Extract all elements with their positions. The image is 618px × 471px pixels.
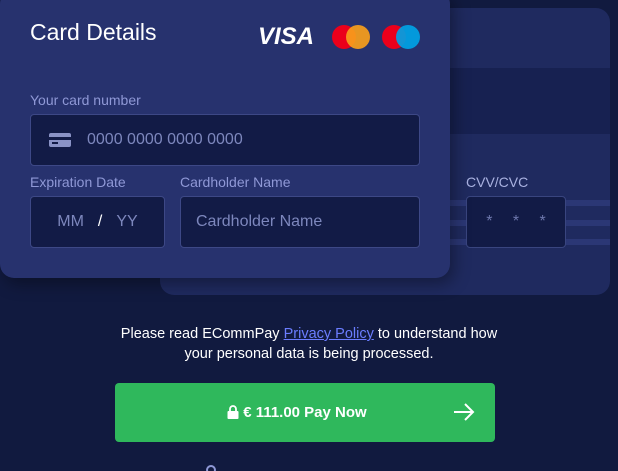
card-brands: VISA <box>258 24 422 50</box>
visa-logo: VISA <box>258 23 315 50</box>
privacy-text-start: Please read ECommPay <box>120 326 284 342</box>
card-number-placeholder: 0000 0000 0000 0000 <box>87 131 243 148</box>
loading-indicator <box>206 465 216 471</box>
privacy-text-line2: your personal data is being processed. <box>184 346 434 362</box>
expiration-year-placeholder: YY <box>116 213 138 230</box>
lock-icon <box>227 405 239 419</box>
cvv-label: CVV/CVC <box>466 174 529 190</box>
maestro-icon <box>382 24 422 50</box>
privacy-policy-link[interactable]: Privacy Policy <box>284 326 374 342</box>
payment-page: CVV/CVC * * * Card Details VISA Your car… <box>0 0 618 471</box>
cardholder-input[interactable]: Cardholder Name <box>180 196 420 248</box>
credit-card-icon <box>49 133 71 147</box>
expiration-label: Expiration Date <box>30 174 126 190</box>
mastercard-icon <box>332 24 372 50</box>
pay-now-label: € 111.00 Pay Now <box>243 404 367 421</box>
cvv-input[interactable]: * * * <box>466 196 566 248</box>
arrow-right-icon <box>454 403 475 421</box>
card-number-label: Your card number <box>30 92 141 108</box>
card-title: Card Details <box>30 19 157 45</box>
card-front: Card Details VISA Your card number 0000 … <box>0 0 450 278</box>
privacy-text-end: to understand how <box>373 326 498 342</box>
privacy-notice: Please read ECommPay Privacy Policy to u… <box>0 324 618 364</box>
card-number-input[interactable]: 0000 0000 0000 0000 <box>30 114 420 166</box>
cardholder-label: Cardholder Name <box>180 174 291 190</box>
expiration-input[interactable]: MM / YY <box>30 196 165 248</box>
expiration-separator: / <box>97 213 103 230</box>
expiration-month-placeholder: MM <box>57 213 84 230</box>
pay-now-button[interactable]: € 111.00 Pay Now <box>115 383 495 442</box>
cardholder-placeholder: Cardholder Name <box>196 213 323 230</box>
